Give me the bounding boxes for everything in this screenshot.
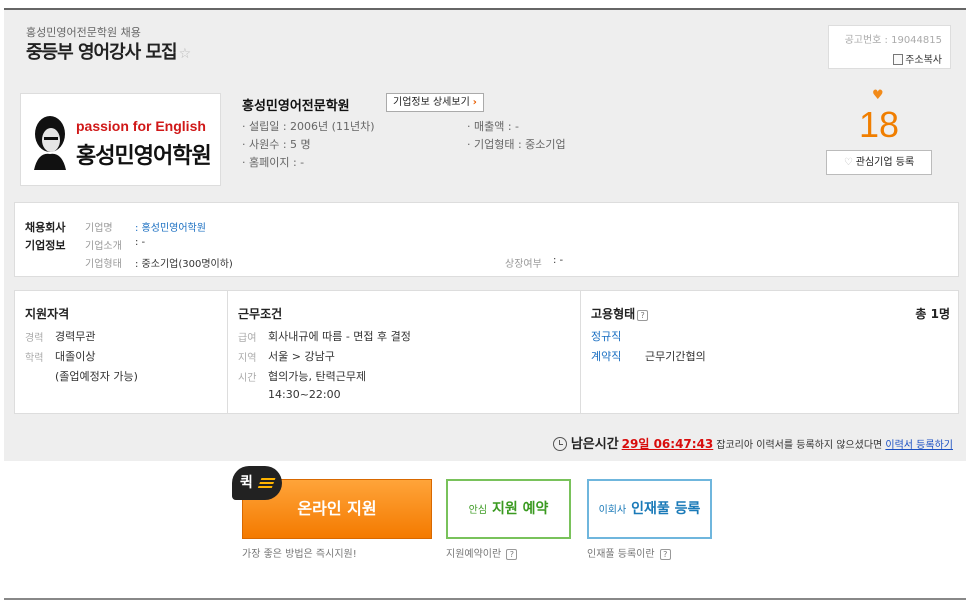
- pool-prefix: 이회사: [598, 505, 627, 516]
- company-type-value: : 중소기업(300명이하): [135, 259, 233, 270]
- reserve-hint[interactable]: 지원예약이란 ?: [446, 545, 518, 560]
- company-intro-label: 기업소개: [85, 241, 122, 252]
- career-value: 경력무관: [55, 330, 96, 343]
- job-posting-panel: 홍성민영어전문학원 채용 중등부 영어강사 모집 ☆ 공고번호 : 1904481…: [4, 8, 966, 461]
- listed-label: 상장여부: [505, 259, 542, 270]
- company-logo[interactable]: passion for English 홍성민영어학원: [20, 93, 221, 186]
- career-label: 경력: [25, 333, 44, 344]
- company-info-heading-2: 기업정보: [25, 239, 66, 252]
- pool-hint[interactable]: 인재풀 등록이란 ?: [587, 545, 671, 560]
- favorite-count: 18: [858, 104, 900, 145]
- star-icon[interactable]: ☆: [179, 46, 192, 62]
- company-info-panel: 채용회사 기업정보 기업명 : 홍성민영어학원 기업소개 : - 기업형태 : …: [14, 202, 959, 277]
- employment-type-contract[interactable]: 계약직: [591, 348, 621, 364]
- remaining-label: 남은시간: [570, 437, 619, 452]
- apply-hint: 가장 좋은 방법은 즉시지원!: [242, 549, 357, 560]
- pay-value: 회사내규에 따름 - 면접 후 결정: [268, 330, 411, 343]
- add-favorite-company-button[interactable]: ♡ 관심기업 등록: [826, 150, 932, 175]
- help-icon[interactable]: ?: [637, 310, 649, 321]
- total-hires: 총 1명: [915, 307, 950, 321]
- company-detail-label: 기업정보 상세보기: [393, 97, 470, 108]
- company-name[interactable]: 홍성민영어전문학원: [242, 95, 350, 114]
- employment-column: 고용형태? 총 1명 정규직 계약직 근무기간협의: [580, 291, 958, 413]
- company-type-label: 기업형태: [85, 259, 122, 270]
- company-intro-value: : -: [135, 237, 146, 248]
- conditions-title: 근무조건: [238, 307, 283, 321]
- education-value: 대졸이상: [55, 350, 96, 363]
- pool-hint-label: 인재풀 등록이란: [587, 549, 655, 560]
- company-name-link[interactable]: : 홍성민영어학원: [135, 219, 206, 234]
- job-title: 중등부 영어강사 모집: [26, 42, 178, 63]
- resume-notice: 잡코리아 이력서를 등록하지 않으셨다면: [716, 440, 883, 451]
- company-name-label: 기업명: [85, 223, 113, 234]
- education-label: 학력: [25, 353, 44, 364]
- employment-type-regular[interactable]: 정규직: [591, 328, 621, 344]
- reserve-prefix: 안심: [468, 505, 488, 516]
- company-info-heading-1: 채용회사: [25, 221, 66, 234]
- quick-apply-badge: 퀵: [232, 466, 282, 500]
- copy-address-button[interactable]: 주소복사: [837, 51, 942, 66]
- pay-label: 급여: [238, 333, 257, 344]
- education-note: (졸업예정자 가능): [55, 370, 138, 383]
- post-number: 공고번호 : 19044815: [844, 35, 942, 46]
- logo-korean-text: 홍성민영어학원: [76, 143, 212, 169]
- contract-note: 근무기간협의: [645, 350, 706, 363]
- employment-title: 고용형태?: [591, 305, 649, 322]
- job-summary-panel: 지원자격 경력 경력무관 학력 대졸이상 (졸업예정자 가능) 근무조건 급여 …: [14, 290, 959, 414]
- qualification-title: 지원자격: [25, 307, 70, 321]
- register-resume-link[interactable]: 이력서 등록하기: [885, 440, 953, 451]
- clock-icon: [552, 437, 567, 451]
- divider: [4, 598, 966, 600]
- heart-icon: ♥: [872, 88, 884, 103]
- chevron-right-icon: ›: [472, 97, 477, 108]
- region-label: 지역: [238, 353, 257, 364]
- help-icon[interactable]: ?: [659, 549, 671, 560]
- listed-value: : -: [553, 255, 564, 266]
- conditions-column: 근무조건 급여 회사내규에 따름 - 면접 후 결정 지역 서울 > 강남구 시…: [227, 291, 580, 413]
- reserve-label: 지원 예약: [491, 501, 549, 517]
- company-revenue: · 매출액 : -: [467, 120, 520, 133]
- reserve-hint-label: 지원예약이란: [446, 549, 502, 560]
- company-detail-button[interactable]: 기업정보 상세보기 ›: [386, 93, 484, 112]
- region-value: 서울 > 강남구: [268, 350, 335, 363]
- copy-icon: [893, 54, 904, 65]
- apply-reserve-button[interactable]: 안심 지원 예약: [446, 479, 571, 539]
- employment-title-label: 고용형태: [591, 307, 636, 321]
- remaining-time-bar: 남은시간 29일 06:47:43 잡코리아 이력서를 등록하지 않으셨다면 이력서…: [552, 433, 953, 452]
- page-title: 중등부 영어강사 모집 ☆: [26, 38, 192, 64]
- time-label: 시간: [238, 373, 257, 384]
- add-favorite-label: 관심기업 등록: [855, 157, 915, 168]
- talent-pool-register-button[interactable]: 이회사 인재풀 등록: [587, 479, 712, 539]
- company-employees: · 사원수 : 5 명: [242, 138, 311, 151]
- qualification-column: 지원자격 경력 경력무관 학력 대졸이상 (졸업예정자 가능): [15, 291, 227, 413]
- help-icon[interactable]: ?: [506, 549, 518, 560]
- pool-label: 인재풀 등록: [631, 501, 701, 517]
- logo-english-text: passion for English: [76, 118, 206, 134]
- countdown-value: 29일 06:47:43: [621, 437, 714, 451]
- time-value: 협의가능, 탄력근무제: [268, 370, 367, 383]
- heart-outline-icon: ♡: [843, 157, 853, 168]
- company-homepage: · 홈페이지 : -: [242, 156, 305, 169]
- speed-lines-icon: [257, 476, 277, 488]
- copy-address-label: 주소복사: [905, 55, 942, 66]
- logo-portrait-icon: [34, 116, 66, 170]
- post-number-box: 공고번호 : 19044815 주소복사: [828, 25, 951, 69]
- time-hours: 14:30~22:00: [268, 388, 341, 401]
- company-type: · 기업형태 : 중소기업: [467, 138, 566, 151]
- company-founded: · 설립일 : 2006년 (11년차): [242, 120, 375, 133]
- quick-badge-label: 퀵: [240, 475, 253, 491]
